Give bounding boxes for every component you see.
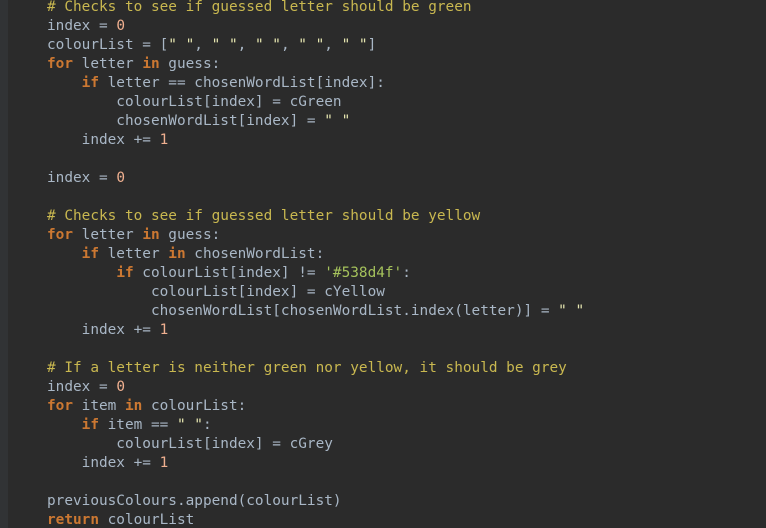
code-token-plain: , xyxy=(280,37,299,53)
code-line[interactable]: index = 0 xyxy=(47,169,584,188)
code-line[interactable]: for item in colourList: xyxy=(47,397,584,416)
code-line[interactable]: if letter == chosenWordList[index]: xyxy=(47,74,584,93)
code-line[interactable]: for letter in guess: xyxy=(47,226,584,245)
code-token-number: 0 xyxy=(116,18,125,34)
code-token-number: 1 xyxy=(159,132,169,148)
code-token-keyword: for xyxy=(47,398,73,414)
code-token-string: " " xyxy=(558,303,585,319)
code-area[interactable]: # Checks to see if guessed letter should… xyxy=(47,0,584,528)
code-line[interactable]: for letter in guess: xyxy=(47,55,584,74)
code-line[interactable]: # If a letter is neither green nor yello… xyxy=(47,359,584,378)
code-token-plain: index = xyxy=(47,18,117,34)
code-line[interactable]: # Checks to see if guessed letter should… xyxy=(47,0,584,17)
code-token-plain: item xyxy=(73,398,125,414)
code-line[interactable]: colourList = [" ", " ", " ", " ", " "] xyxy=(47,36,584,55)
code-line[interactable]: return colourList xyxy=(47,511,584,528)
code-line[interactable] xyxy=(47,188,584,207)
code-token-keyword: if xyxy=(81,75,99,91)
code-token-plain: colourList[index] = cGrey xyxy=(47,436,333,452)
code-token-plain: chosenWordList: xyxy=(185,246,325,262)
code-token-string: " " xyxy=(341,37,368,53)
code-token-plain: letter xyxy=(98,246,169,262)
code-token-keyword: for xyxy=(47,227,73,243)
code-token-plain: colourList[index] = cYellow xyxy=(47,284,385,300)
code-token-plain: chosenWordList[index] = xyxy=(47,113,325,129)
code-line[interactable]: colourList[index] = cYellow xyxy=(47,283,584,302)
code-token-plain: colourList[index] != xyxy=(133,265,325,281)
code-token-plain: chosenWordList[chosenWordList.index(lett… xyxy=(47,303,559,319)
code-editor[interactable]: # Checks to see if guessed letter should… xyxy=(0,0,766,528)
code-token-string: " " xyxy=(324,113,351,129)
code-line[interactable]: # Checks to see if guessed letter should… xyxy=(47,207,584,226)
code-token-string: " " xyxy=(254,37,281,53)
code-token-plain: letter xyxy=(73,227,143,243)
code-token-string-hex: '#538d4f' xyxy=(324,265,403,281)
code-token-comment: # If a letter is neither green nor yello… xyxy=(47,360,567,376)
code-token-string: " " xyxy=(211,37,238,53)
code-line[interactable]: if colourList[index] != '#538d4f': xyxy=(47,264,584,283)
code-line[interactable]: if item == " ": xyxy=(47,416,584,435)
code-token-plain: , xyxy=(194,37,212,53)
code-line[interactable]: chosenWordList[index] = " " xyxy=(47,112,584,131)
code-line[interactable] xyxy=(47,473,584,492)
code-line[interactable]: if letter in chosenWordList: xyxy=(47,245,584,264)
code-token-number: 0 xyxy=(116,170,125,186)
code-token-plain: colourList xyxy=(98,512,195,528)
code-token-plain: , xyxy=(237,37,255,53)
code-line[interactable] xyxy=(47,150,584,169)
code-token-keyword: if xyxy=(116,265,134,281)
code-token-string: " " xyxy=(176,417,203,433)
code-line[interactable]: previousColours.append(colourList) xyxy=(47,492,584,511)
code-token-plain: colourList: xyxy=(142,398,247,414)
code-token-comment: # Checks to see if guessed letter should… xyxy=(47,208,481,224)
code-token-plain: colourList[index] = cGreen xyxy=(47,94,342,110)
editor-gutter xyxy=(0,0,8,528)
code-line[interactable]: colourList[index] = cGrey xyxy=(47,435,584,454)
code-token-plain: guess: xyxy=(159,56,221,72)
code-token-plain: index += xyxy=(47,132,160,148)
code-token-plain: index += xyxy=(47,455,160,471)
code-line[interactable]: index = 0 xyxy=(47,378,584,397)
code-token-keyword: return xyxy=(47,512,99,528)
code-token-plain: guess: xyxy=(159,227,221,243)
code-token-number: 0 xyxy=(116,379,125,395)
code-token-keyword: if xyxy=(81,417,99,433)
code-token-plain: letter xyxy=(73,56,143,72)
code-token-plain: : xyxy=(402,265,411,281)
code-line[interactable] xyxy=(47,340,584,359)
code-token-keyword: in xyxy=(168,246,186,262)
code-token-number: 1 xyxy=(159,455,169,471)
code-token-comment: # Checks to see if guessed letter should… xyxy=(47,0,472,15)
code-token-plain: : xyxy=(202,417,212,433)
code-token-plain: index = xyxy=(47,379,117,395)
code-token-plain: index += xyxy=(47,322,160,338)
code-token-plain: previousColours.append(colourList) xyxy=(47,493,342,509)
code-line[interactable]: index += 1 xyxy=(47,321,584,340)
code-token-plain: letter == chosenWordList[index]: xyxy=(98,75,385,91)
code-token-plain: colourList = [ xyxy=(47,37,169,53)
code-token-string: " " xyxy=(298,37,325,53)
code-line[interactable]: index = 0 xyxy=(47,17,584,36)
code-line[interactable]: index += 1 xyxy=(47,454,584,473)
code-token-plain: index = xyxy=(47,170,117,186)
code-token-keyword: if xyxy=(81,246,99,262)
code-token-number: 1 xyxy=(159,322,169,338)
code-token-plain: ] xyxy=(367,37,377,53)
code-line[interactable]: colourList[index] = cGreen xyxy=(47,93,584,112)
code-line[interactable]: index += 1 xyxy=(47,131,584,150)
code-token-plain: , xyxy=(324,37,342,53)
code-token-plain: item == xyxy=(98,417,177,433)
code-token-string: " " xyxy=(168,37,195,53)
code-token-keyword: for xyxy=(47,56,73,72)
code-token-keyword: in xyxy=(124,398,143,414)
code-line[interactable]: chosenWordList[chosenWordList.index(lett… xyxy=(47,302,584,321)
code-token-keyword: in xyxy=(142,227,160,243)
code-token-keyword: in xyxy=(142,56,160,72)
